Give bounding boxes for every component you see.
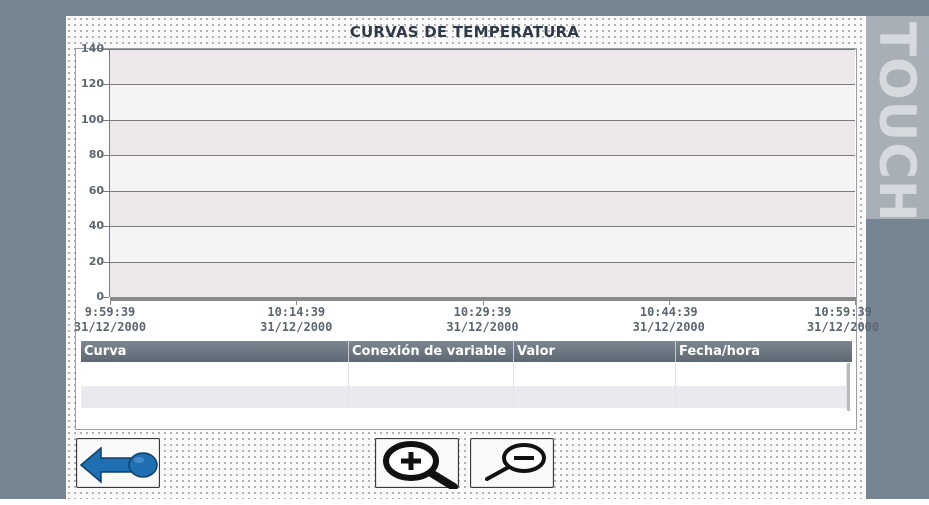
- trend-band: [110, 119, 855, 156]
- column-header-conexion[interactable]: Conexión de variable: [349, 341, 514, 362]
- x-tick-date: 31/12/2000: [73, 320, 147, 334]
- trend-band: [110, 190, 855, 227]
- touch-watermark: TOUCH: [868, 22, 926, 223]
- gridline: [110, 190, 855, 192]
- y-tick-label: 140: [81, 42, 104, 55]
- y-tick-label: 120: [81, 77, 104, 91]
- table-scrollbar[interactable]: [847, 363, 850, 411]
- x-tick-label: 10:14:39 31/12/2000: [251, 305, 341, 335]
- gridline: [110, 155, 855, 157]
- x-tick-label: 10:44:39 31/12/2000: [624, 305, 714, 335]
- table-cell: [676, 386, 847, 408]
- y-tick-label: 80: [88, 148, 104, 162]
- y-tick-label: 60: [88, 183, 104, 197]
- table-row[interactable]: [81, 386, 847, 408]
- trend-value-table: Curva Conexión de variable Valor Fecha/h…: [81, 341, 852, 409]
- x-tick-date: 31/12/2000: [446, 320, 519, 334]
- y-tick-label: 100: [81, 112, 104, 126]
- x-tick-date: 31/12/2000: [632, 320, 705, 334]
- gridline: [110, 226, 855, 228]
- y-axis: [109, 49, 110, 297]
- back-arrow-icon: [79, 446, 158, 484]
- x-tick-date: 31/12/2000: [806, 320, 880, 334]
- back-button[interactable]: [76, 438, 160, 488]
- table-cell: [81, 364, 349, 386]
- y-tick-label: 40: [88, 219, 104, 233]
- x-tick-time: 10:59:39: [814, 305, 872, 319]
- column-header-curva[interactable]: Curva: [81, 341, 349, 362]
- table-cell: [81, 386, 349, 408]
- trend-band: [110, 49, 855, 85]
- table-cell: [514, 364, 676, 386]
- x-tick-date: 31/12/2000: [260, 320, 333, 334]
- x-tick-time: 9:59:39: [84, 305, 136, 319]
- table-row[interactable]: [81, 364, 847, 386]
- zoom-out-icon: [485, 443, 546, 481]
- x-tick-label: 10:29:39 31/12/2000: [438, 305, 528, 335]
- trend-band: [110, 261, 855, 297]
- table-cell: [676, 364, 847, 386]
- gridline: [110, 119, 855, 121]
- trend-plot-area[interactable]: [110, 49, 855, 297]
- background-left: [0, 0, 66, 505]
- column-header-fecha-hora[interactable]: Fecha/hora: [676, 341, 852, 362]
- y-tick-label: 20: [88, 254, 104, 268]
- zoom-in-button[interactable]: [375, 438, 459, 489]
- x-tick-time: 10:29:39: [453, 305, 512, 319]
- zoom-out-button[interactable]: [470, 438, 554, 488]
- zoom-in-icon: [383, 441, 458, 489]
- x-tick-time: 10:44:39: [639, 305, 698, 319]
- gridline: [110, 49, 855, 50]
- page-title: CURVAS DE TEMPERATURA: [349, 23, 580, 41]
- table-cell: [349, 364, 514, 386]
- x-tick-label: 9:59:39 31/12/2000: [65, 305, 155, 335]
- column-header-valor[interactable]: Valor: [514, 341, 676, 362]
- table-cell: [514, 386, 676, 408]
- x-tick-time: 10:14:39: [267, 305, 326, 319]
- gridline: [110, 261, 855, 263]
- y-tick-label: 0: [96, 290, 104, 303]
- gridline: [110, 84, 855, 86]
- x-tick-label: 10:59:39 31/12/2000: [798, 305, 888, 335]
- background-top: [66, 0, 929, 16]
- table-header: Curva Conexión de variable Valor Fecha/h…: [81, 341, 852, 362]
- background-bottom: [0, 499, 929, 505]
- table-cell: [349, 386, 514, 408]
